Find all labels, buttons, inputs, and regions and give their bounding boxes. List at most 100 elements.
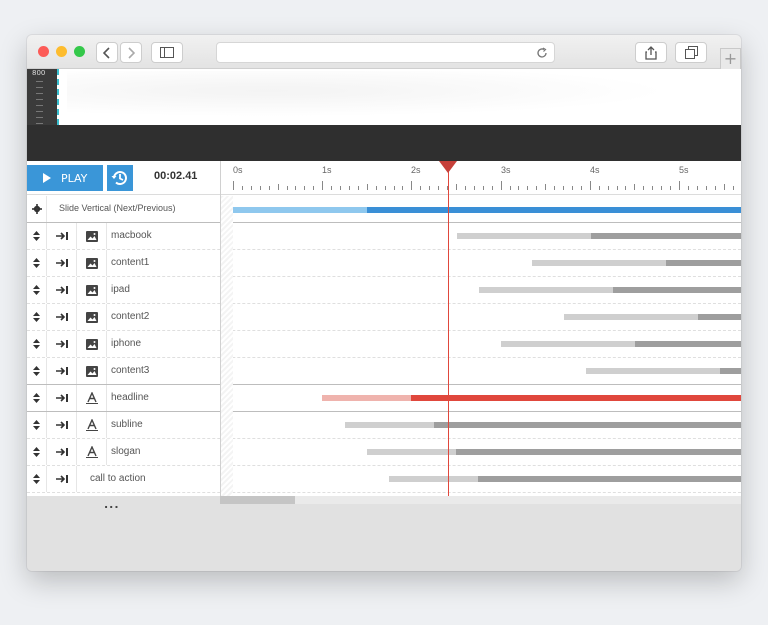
time-label: 2s [411, 165, 421, 175]
slide-row[interactable]: Slide Vertical (Next/Previous) [27, 196, 741, 223]
layer-bar-intro[interactable] [501, 341, 635, 347]
align-end-button[interactable] [47, 250, 77, 276]
layer-row[interactable]: call to action [27, 466, 741, 493]
align-end-button[interactable] [47, 412, 77, 438]
history-button[interactable] [107, 165, 133, 191]
layer-bar-main[interactable] [411, 395, 741, 401]
reorder-handle[interactable] [27, 277, 47, 303]
layer-row[interactable]: ipad [27, 277, 741, 304]
reorder-handle[interactable] [27, 439, 47, 465]
slide-settings-cell[interactable] [27, 196, 47, 222]
ruler-tick [295, 186, 296, 190]
reload-icon[interactable] [536, 47, 548, 59]
ruler-tick [322, 181, 323, 190]
align-end-button[interactable] [47, 358, 77, 384]
layer-name: iphone [111, 338, 142, 349]
layer-name: content2 [111, 311, 150, 322]
layer-row[interactable]: content1 [27, 250, 741, 277]
close-window-button[interactable] [38, 46, 49, 57]
forward-button[interactable] [120, 42, 142, 63]
layer-row[interactable]: headline [27, 385, 741, 412]
layer-bar-intro[interactable] [532, 260, 666, 266]
zoom-window-button[interactable] [74, 46, 85, 57]
ruler-tick [251, 186, 252, 190]
layer-bar-intro[interactable] [479, 287, 613, 293]
layer-bar-intro[interactable] [367, 449, 456, 455]
ruler-tick [572, 186, 573, 190]
arrow-to-line-icon [55, 367, 68, 375]
reorder-handle[interactable] [27, 385, 47, 411]
reorder-handle[interactable] [27, 466, 47, 492]
address-bar[interactable] [216, 42, 555, 63]
ruler-tick [608, 186, 609, 190]
reorder-handle[interactable] [27, 331, 47, 357]
layer-bar-intro[interactable] [322, 395, 411, 401]
ruler-tick [287, 186, 288, 190]
layer-bar-main[interactable] [456, 449, 741, 455]
reorder-handle[interactable] [27, 358, 47, 384]
layer-bar-intro[interactable] [564, 314, 698, 320]
layer-row[interactable]: slogan [27, 439, 741, 466]
ruler-tick [260, 186, 261, 190]
reorder-handle[interactable] [27, 304, 47, 330]
layer-bar-main[interactable] [635, 341, 741, 347]
ruler-tick [518, 186, 519, 190]
reorder-handle[interactable] [27, 412, 47, 438]
layer-bar-intro[interactable] [457, 233, 591, 239]
slide-label: Slide Vertical (Next/Previous) [59, 203, 176, 213]
reorder-handle[interactable] [27, 223, 47, 249]
align-end-button[interactable] [47, 385, 77, 411]
layer-row[interactable]: subline [27, 412, 741, 439]
more-options-button[interactable]: ... [104, 498, 120, 511]
back-button[interactable] [96, 42, 118, 63]
layer-bar-main[interactable] [720, 368, 741, 374]
slide-bar-intro[interactable] [233, 207, 367, 213]
layer-bar-main[interactable] [613, 287, 741, 293]
layer-bar-main[interactable] [666, 260, 741, 266]
layer-bar-intro[interactable] [389, 476, 478, 482]
slide-bar-main[interactable] [367, 207, 741, 213]
ruler-tick [483, 186, 484, 190]
ruler-tick [625, 186, 626, 190]
layer-bar-main[interactable] [478, 476, 741, 482]
sidebar-toggle-button[interactable] [151, 42, 183, 63]
sort-arrows-icon [33, 447, 40, 457]
ruler-tick [581, 186, 582, 190]
play-icon [43, 173, 51, 183]
layer-row[interactable]: content2 [27, 304, 741, 331]
layer-bar-intro[interactable] [586, 368, 720, 374]
horizontal-scrollbar[interactable] [220, 496, 741, 504]
align-end-button[interactable] [47, 439, 77, 465]
layer-bar-main[interactable] [698, 314, 741, 320]
sort-arrows-icon [33, 258, 40, 268]
share-button[interactable] [635, 42, 667, 63]
align-end-button[interactable] [47, 304, 77, 330]
ruler-tick [724, 184, 725, 190]
tabs-overview-button[interactable] [675, 42, 707, 63]
ruler-tick [688, 186, 689, 190]
scrollbar-thumb[interactable] [220, 496, 295, 504]
minimize-window-button[interactable] [56, 46, 67, 57]
ruler-tick [492, 186, 493, 190]
align-end-button[interactable] [47, 277, 77, 303]
layer-row[interactable]: iphone [27, 331, 741, 358]
layer-row[interactable]: content3 [27, 358, 741, 385]
align-end-button[interactable] [47, 331, 77, 357]
ruler-tick [697, 186, 698, 190]
new-tab-button[interactable]: + [720, 48, 741, 69]
ruler-tick [670, 186, 671, 190]
chevron-right-icon [128, 46, 135, 59]
play-button[interactable]: PLAY [27, 165, 103, 191]
layer-bar-main[interactable] [434, 422, 741, 428]
layer-row[interactable]: macbook [27, 223, 741, 250]
playhead-handle[interactable] [439, 161, 457, 173]
text-icon [77, 385, 107, 411]
reorder-handle[interactable] [27, 250, 47, 276]
layer-name: subline [111, 419, 143, 430]
layer-bar-intro[interactable] [345, 422, 434, 428]
align-end-button[interactable] [47, 466, 77, 492]
ruler-tick [242, 186, 243, 190]
layer-bar-main[interactable] [591, 233, 741, 239]
time-ruler[interactable]: 0s 1s 2s 3s 4s 5s [220, 161, 741, 195]
align-end-button[interactable] [47, 223, 77, 249]
